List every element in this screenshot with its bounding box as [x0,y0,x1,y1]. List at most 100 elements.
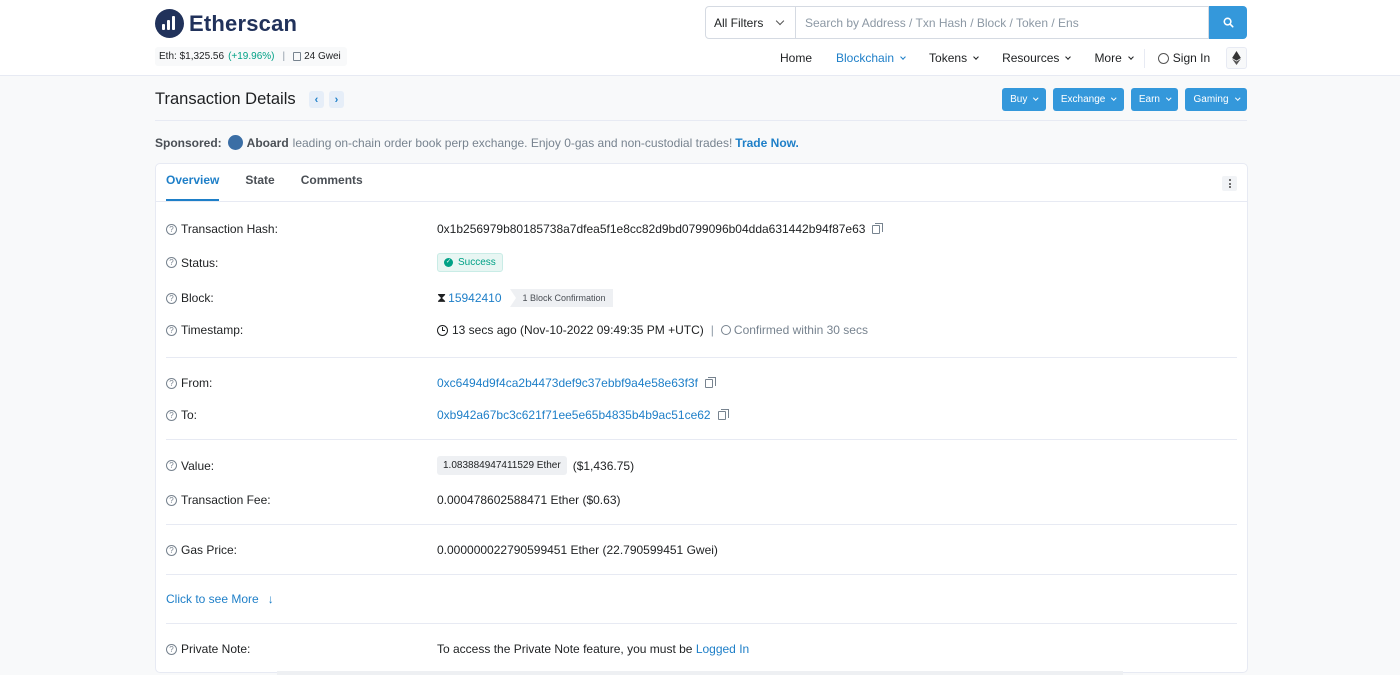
tx-hash-value: 0x1b256979b80185738a7dfea5f1e8cc82d9bd07… [437,222,866,236]
timer-icon [720,325,731,335]
eth-price-change: (+19.96%) [228,51,275,62]
earn-button[interactable]: Earn [1130,88,1179,111]
gaming-button[interactable]: Gaming [1185,88,1247,111]
timestamp-row: ? Timestamp: 13 secs ago (Nov-10-2022 09:… [166,323,868,337]
question-circle-icon[interactable]: ? [166,409,177,421]
question-circle-icon[interactable]: ? [166,460,177,471]
tab-overview[interactable]: Overview [166,173,220,201]
see-more-link[interactable]: Click to see More ↓ [166,592,274,606]
page-title: Transaction Details [155,90,296,108]
nav-divider [1143,48,1145,68]
gas-price[interactable]: 24 Gwei [304,51,341,62]
exchange-button[interactable]: Exchange [1052,88,1124,111]
gas-price-value: 0.000000022790599451 Ether (22.790599451… [437,543,718,557]
question-circle-icon[interactable]: ? [166,292,177,304]
status-value: Success [458,257,496,268]
tab-comments[interactable]: Comments [301,173,363,201]
main-nav: Home Blockchain Tokens Resources More Si… [768,47,1226,69]
question-circle-icon[interactable]: ? [166,494,177,506]
price-separator: | [282,51,286,62]
nav-resources-label: Resources [1002,51,1060,65]
earn-button-label: Earn [1138,94,1160,105]
chevron-down-icon [1127,53,1134,60]
more-options-button[interactable] [1222,176,1237,191]
question-circle-icon[interactable]: ? [166,257,177,268]
chevron-down-icon [973,53,979,60]
buy-button-label: Buy [1010,94,1028,105]
search-input[interactable] [796,6,1209,39]
nav-home[interactable]: Home [780,51,812,65]
chevron-down-icon [1166,95,1172,101]
question-circle-icon[interactable]: ? [166,544,177,556]
see-more-label: Click to see More [166,592,259,606]
to-address-link[interactable]: 0xb942a67bc3c621f71ee5e65b4835b4b9ac51ce… [437,408,711,422]
prev-transaction-button[interactable]: ‹ [309,91,324,108]
chevron-down-icon [1033,95,1039,101]
next-transaction-button[interactable]: › [329,91,344,108]
sign-in-link[interactable]: Sign In [1157,51,1210,65]
transaction-card: Overview State Comments ? Transaction Has… [155,163,1248,673]
chevron-down-icon [1111,95,1117,101]
section-divider [166,623,1237,624]
sponsor-text: leading on-chain order book perp exchang… [292,135,733,150]
network-switch-button[interactable] [1226,47,1247,69]
value-label: Value: [181,458,215,473]
status-row: ? Status: ✓ Success [166,253,503,272]
copy-icon[interactable] [717,408,729,420]
from-address-link[interactable]: 0xc6494d9f4ca2b4473def9c37ebbf9a4e58e63f… [437,376,698,390]
private-note-row: ? Private Note: To access the Private Not… [166,642,749,656]
question-circle-icon[interactable]: ? [166,223,177,235]
gaming-button-label: Gaming [1193,94,1229,105]
tab-bar: Overview State Comments [156,164,1247,202]
logo-text: Etherscan [189,10,298,36]
search-filter-label: All Filters [714,15,764,30]
nav-tokens[interactable]: Tokens [929,51,979,65]
eth-price: Eth: $1,325.56 [159,51,225,62]
timestamp-label: Timestamp: [181,323,244,337]
title-divider [155,120,1247,121]
logged-in-link[interactable]: Logged In [696,642,749,656]
value-row: ? Value: 1.083884947411529 Ether ($1,436.7… [166,456,634,475]
confirmed-within: Confirmed within 30 secs [733,323,868,337]
block-confirmations-badge: 1 Block Confirmation [509,289,613,307]
timestamp-value: 13 secs ago (Nov-10-2022 09:49:35 PM +UT… [452,323,704,337]
nav-more-label: More [1094,51,1122,65]
question-circle-icon[interactable]: ? [166,377,177,389]
nav-resources[interactable]: Resources [1002,51,1072,65]
search-button[interactable] [1209,6,1247,39]
question-circle-icon[interactable]: ? [166,324,177,336]
clock-icon [437,324,448,336]
fee-row: ? Transaction Fee: 0.000478602588471 Ethe… [166,493,621,507]
exchange-button-label: Exchange [1060,94,1106,105]
nav-more[interactable]: More [1094,51,1134,65]
to-row: ? To: 0xb942a67bc3c621f71ee5e65b4835b4b9a… [166,408,729,422]
nav-blockchain[interactable]: Blockchain [836,51,906,65]
etherscan-logo[interactable]: Etherscan [155,9,297,38]
fee-label: Transaction Fee: [181,493,271,507]
nav-tokens-label: Tokens [929,51,968,65]
from-label: From: [181,376,213,390]
timestamp-separator: | [710,323,714,337]
search-filter-select[interactable]: All Filters [705,6,796,39]
question-circle-icon[interactable]: ? [166,643,177,655]
gas-pump-icon [293,52,302,61]
section-divider [166,574,1237,575]
sponsor-cta-link[interactable]: Trade Now. [735,136,799,150]
tx-hash-label: Transaction Hash: [181,222,278,236]
buy-button[interactable]: Buy [1002,88,1046,111]
copy-icon[interactable] [872,222,884,234]
sponsor-brand[interactable]: Aboard [247,136,289,150]
user-circle-icon [1157,52,1169,64]
bottom-strip [277,671,1123,675]
private-note-text: To access the Private Note feature, you … [437,642,693,656]
tx-hash-row: ? Transaction Hash: 0x1b256979b80185738a7… [166,222,884,236]
chevron-down-icon [900,53,906,60]
chevron-down-icon [1234,95,1240,101]
gas-price-label: Gas Price: [181,543,238,557]
arrow-down-icon: ↓ [267,592,274,606]
block-link[interactable]: 15942410 [448,291,501,305]
tab-state[interactable]: State [245,173,274,201]
status-badge: ✓ Success [437,253,503,272]
copy-icon[interactable] [704,376,716,388]
section-divider [166,357,1237,358]
